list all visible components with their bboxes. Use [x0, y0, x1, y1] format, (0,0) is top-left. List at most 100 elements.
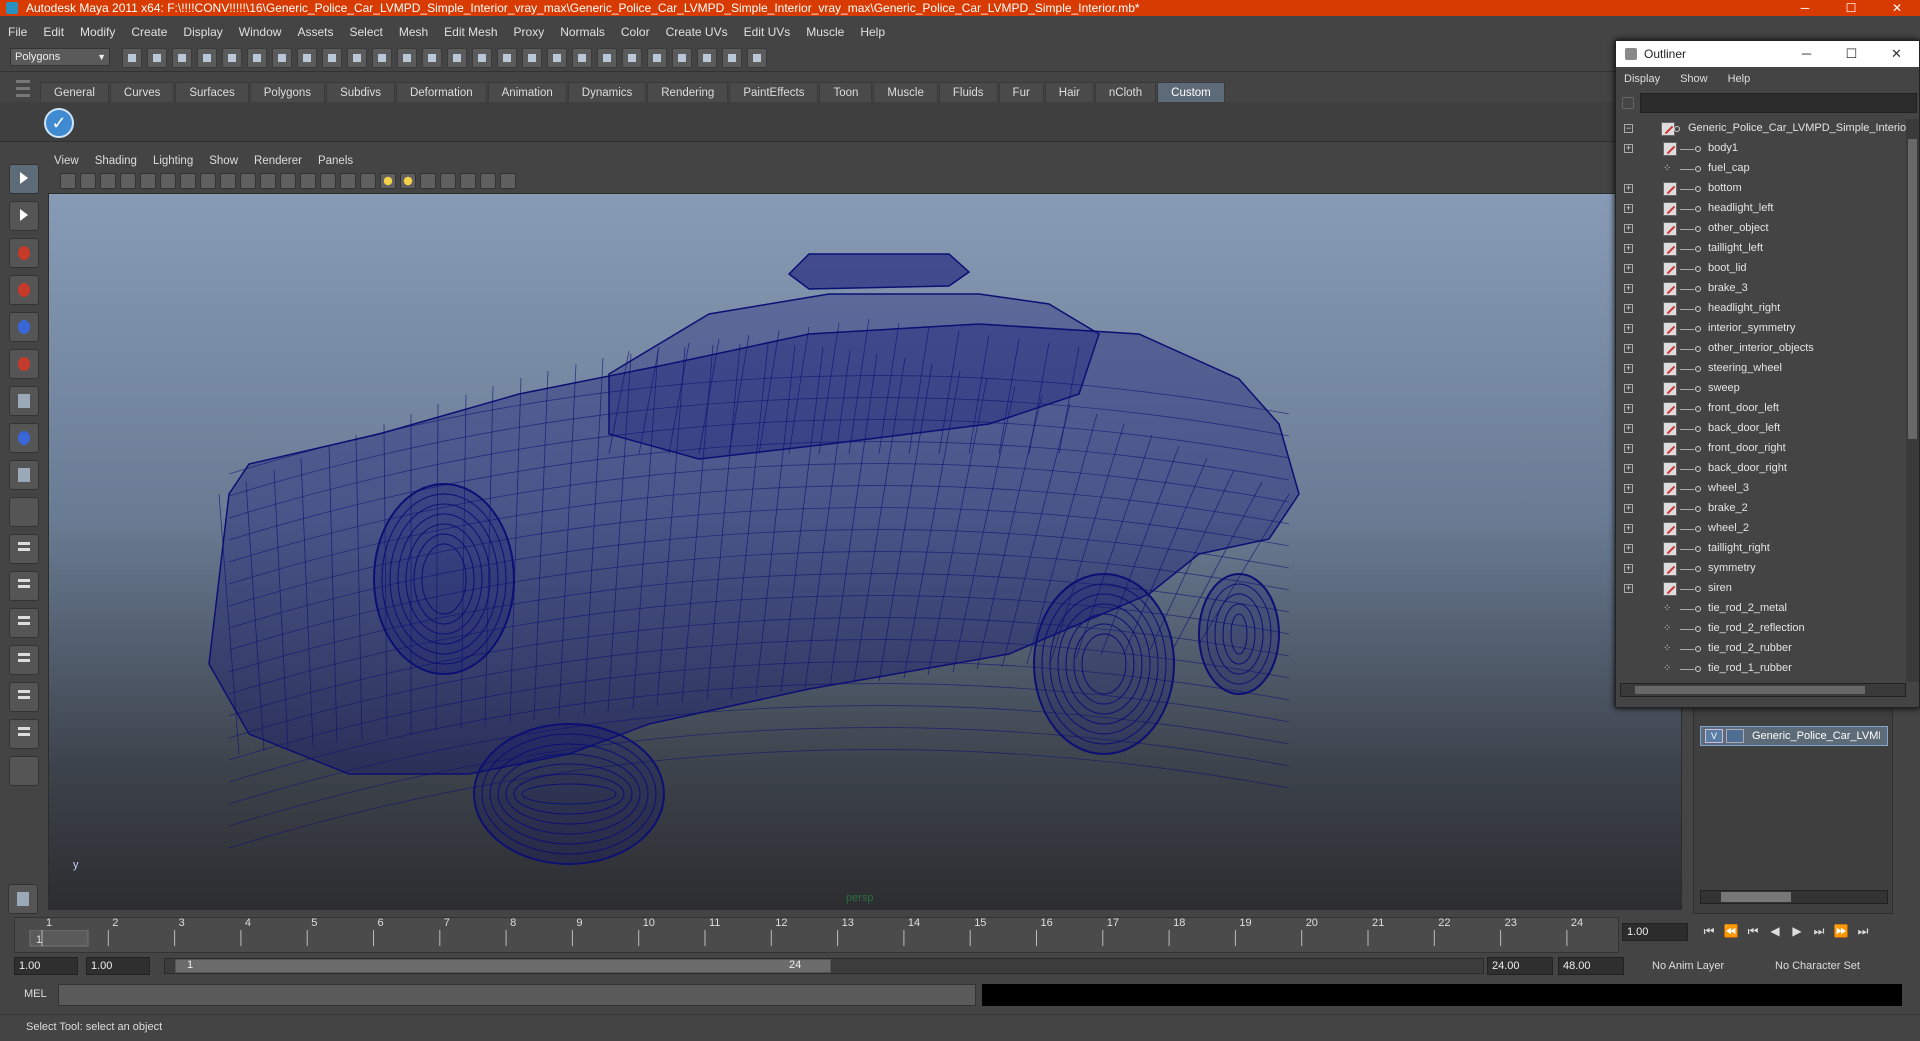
menu-muscle[interactable]: Muscle	[806, 22, 844, 42]
scale-tool-icon[interactable]	[9, 386, 39, 416]
construction-history-icon[interactable]	[497, 48, 517, 68]
menu-create-uvs[interactable]: Create UVs	[666, 22, 728, 42]
viewport-menu-renderer[interactable]: Renderer	[254, 152, 302, 170]
shelf-tab-rendering[interactable]: Rendering	[647, 82, 729, 102]
outliner-item[interactable]: + back_door_right	[1616, 459, 1906, 479]
expand-icon[interactable]: +	[1624, 324, 1633, 333]
expand-icon[interactable]: +	[1624, 444, 1633, 453]
outliner-minimize-button[interactable]: ─	[1784, 41, 1829, 67]
menu-help[interactable]: Help	[860, 22, 885, 42]
all-lights-icon[interactable]	[400, 173, 416, 189]
shelf-tab-deformation[interactable]: Deformation	[395, 82, 487, 102]
expand-icon[interactable]: +	[1624, 584, 1633, 593]
layer-editor-icon[interactable]	[722, 48, 742, 68]
outliner-root-row[interactable]: − Generic_Police_Car_LVMPD_Simple_Interi…	[1616, 119, 1906, 139]
safe-title-icon[interactable]	[280, 173, 296, 189]
shelf-tab-dynamics[interactable]: Dynamics	[567, 82, 647, 102]
outliner-item[interactable]: + bottom	[1616, 179, 1906, 199]
expand-icon[interactable]: +	[1624, 224, 1633, 233]
expand-icon[interactable]: +	[1624, 564, 1633, 573]
maximize-button[interactable]: ☐	[1828, 0, 1874, 16]
tool-settings-icon[interactable]	[697, 48, 717, 68]
expand-icon[interactable]: +	[1624, 404, 1633, 413]
grid-toggle-icon[interactable]	[160, 173, 176, 189]
move-tool-icon[interactable]	[9, 312, 39, 342]
step-forward-frame-icon[interactable]: ⏭	[1808, 924, 1830, 939]
character-set-dropdown[interactable]: No Character Set	[1775, 957, 1860, 975]
menu-proxy[interactable]: Proxy	[514, 22, 545, 42]
rotate-tool-icon[interactable]	[9, 349, 39, 379]
isolate-select-icon[interactable]	[440, 173, 456, 189]
outliner-item[interactable]: + siren	[1616, 579, 1906, 599]
outliner-item[interactable]: + other_interior_objects	[1616, 339, 1906, 359]
wireframe-icon[interactable]	[300, 173, 316, 189]
viewport-menu-panels[interactable]: Panels	[318, 152, 353, 170]
hand-tool-icon[interactable]	[8, 884, 38, 914]
select-component-icon[interactable]	[247, 48, 267, 68]
outliner-filter-input[interactable]	[1640, 93, 1917, 113]
play-forward-icon[interactable]: ▶	[1786, 924, 1808, 939]
perspective-viewport[interactable]: y persp	[48, 193, 1682, 910]
outliner-layout-icon[interactable]	[9, 608, 39, 638]
ipr-render-icon[interactable]	[547, 48, 567, 68]
menu-mesh[interactable]: Mesh	[399, 22, 428, 42]
display-layer-row[interactable]: V Generic_Police_Car_LVMPD_Simple_Interi…	[1700, 726, 1888, 746]
question-icon[interactable]	[747, 48, 767, 68]
new-scene-icon[interactable]	[122, 48, 142, 68]
smooth-shade-icon[interactable]	[320, 173, 336, 189]
play-backward-icon[interactable]: ◀	[1764, 924, 1786, 939]
hypershade-layout-icon[interactable]	[9, 682, 39, 712]
menu-edit[interactable]: Edit	[43, 22, 64, 42]
outliner-item[interactable]: + body1	[1616, 139, 1906, 159]
menu-normals[interactable]: Normals	[560, 22, 605, 42]
open-scene-icon[interactable]	[147, 48, 167, 68]
shelf-tab-curves[interactable]: Curves	[109, 82, 175, 102]
default-light-icon[interactable]	[380, 173, 396, 189]
expand-icon[interactable]: +	[1624, 144, 1633, 153]
outliner-item[interactable]: ⁘ tie_rod_2_metal	[1616, 599, 1906, 619]
step-forward-key-icon[interactable]: ⏩	[1830, 924, 1852, 939]
current-frame-field[interactable]: 1.00	[1622, 923, 1688, 941]
outliner-item[interactable]: + other_object	[1616, 219, 1906, 239]
backface-icon[interactable]	[500, 173, 516, 189]
step-back-frame-icon[interactable]: ⏮	[1742, 924, 1764, 939]
sculpt-tool-icon[interactable]	[9, 275, 39, 305]
outliner-item[interactable]: + interior_symmetry	[1616, 319, 1906, 339]
expand-icon[interactable]: +	[1624, 244, 1633, 253]
expand-icon[interactable]: +	[1624, 304, 1633, 313]
save-scene-icon[interactable]	[172, 48, 192, 68]
lasso-tool-icon[interactable]	[9, 201, 39, 231]
expand-icon[interactable]: +	[1624, 384, 1633, 393]
outliner-item[interactable]: + brake_2	[1616, 499, 1906, 519]
check-shelf-button[interactable]: ✓	[44, 108, 74, 138]
go-to-end-icon[interactable]: ⏭	[1852, 924, 1874, 939]
minimize-button[interactable]: ─	[1782, 0, 1828, 16]
outliner-item[interactable]: + boot_lid	[1616, 259, 1906, 279]
resolution-gate-icon[interactable]	[200, 173, 216, 189]
expand-icon[interactable]: +	[1624, 184, 1633, 193]
menu-select[interactable]: Select	[349, 22, 382, 42]
shelf-tab-toon[interactable]: Toon	[819, 82, 873, 102]
expand-icon[interactable]: +	[1624, 484, 1633, 493]
outliner-item[interactable]: + steering_wheel	[1616, 359, 1906, 379]
expand-icon[interactable]: +	[1624, 464, 1633, 473]
snap-curve-icon[interactable]	[322, 48, 342, 68]
expand-icon[interactable]: +	[1624, 364, 1633, 373]
layer-color-swatch[interactable]	[1726, 729, 1744, 743]
layout-options-icon[interactable]	[9, 756, 39, 786]
channel-box-icon[interactable]	[647, 48, 667, 68]
outliner-horizontal-scrollbar[interactable]	[1620, 683, 1906, 697]
safe-action-icon[interactable]	[260, 173, 276, 189]
outliner-item[interactable]: + sweep	[1616, 379, 1906, 399]
graph-layout-icon[interactable]	[9, 645, 39, 675]
two-d-pan-icon[interactable]	[140, 173, 156, 189]
shelf-tab-hair[interactable]: Hair	[1044, 82, 1094, 102]
outliner-item[interactable]: + headlight_left	[1616, 199, 1906, 219]
menu-display[interactable]: Display	[183, 22, 222, 42]
last-tool-icon[interactable]	[9, 460, 39, 490]
xray-icon[interactable]	[460, 173, 476, 189]
menu-edit-uvs[interactable]: Edit UVs	[744, 22, 791, 42]
snap-point-icon[interactable]	[347, 48, 367, 68]
history-icon[interactable]	[422, 48, 442, 68]
image-plane-icon[interactable]	[120, 173, 136, 189]
